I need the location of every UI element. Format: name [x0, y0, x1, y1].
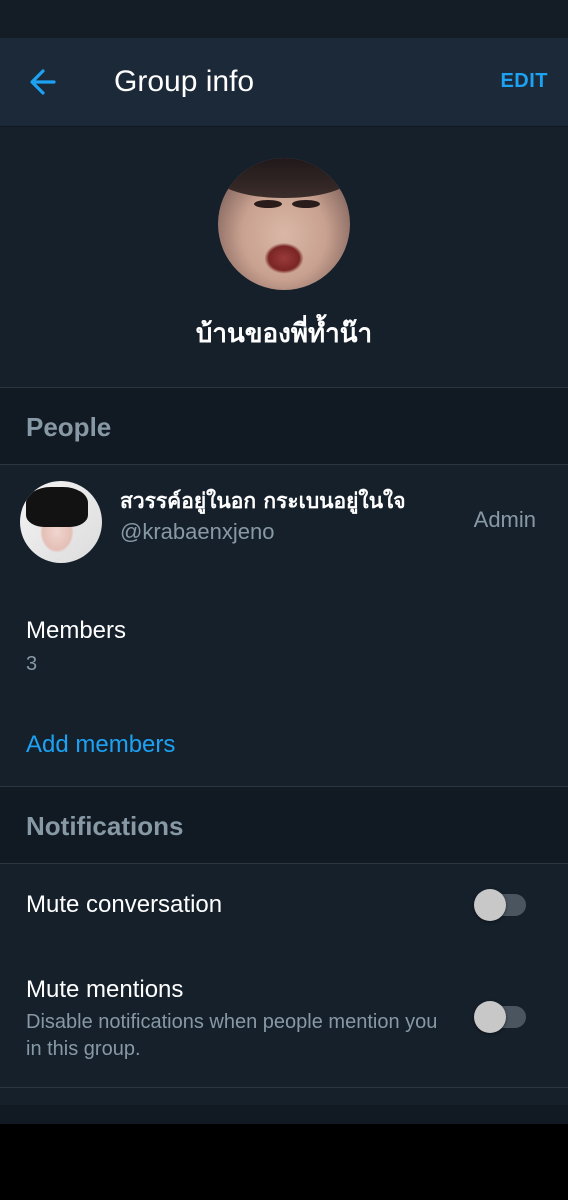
- section-band: [0, 1105, 568, 1124]
- mute-mentions-toggle[interactable]: [474, 1001, 526, 1033]
- member-row[interactable]: สวรรค์อยู่ในอก กระเบนอยู่ในใจ @krabaenxj…: [0, 465, 568, 575]
- mute-mentions-label: Mute mentions: [26, 976, 184, 1003]
- app-bar: Group info EDIT: [0, 38, 568, 127]
- group-avatar[interactable]: [218, 158, 350, 290]
- people-section-header: People: [0, 387, 568, 465]
- back-button[interactable]: [24, 66, 64, 98]
- members-info: Members 3: [26, 617, 126, 676]
- member-name: สวรรค์อยู่ในอก กระเบนอยู่ในใจ: [120, 489, 406, 513]
- avatar-eye-left: [254, 200, 282, 208]
- people-section-title: People: [26, 412, 112, 442]
- toggle-knob: [474, 1001, 506, 1033]
- mute-conversation-toggle[interactable]: [474, 889, 526, 921]
- member-avatar: [20, 481, 102, 563]
- arrow-left-icon: [30, 69, 56, 95]
- members-label: Members: [26, 617, 127, 644]
- status-bar: [0, 0, 568, 38]
- edit-button[interactable]: EDIT: [500, 70, 548, 93]
- system-navigation-bar: [0, 1124, 568, 1200]
- members-count: 3: [26, 653, 38, 675]
- avatar-hair: [218, 158, 350, 198]
- group-header: บ้านของพี่ท้ำน๊า: [0, 127, 568, 387]
- notifications-section-title: Notifications: [26, 811, 184, 841]
- add-members-link[interactable]: Add members: [26, 731, 175, 759]
- avatar-eye-right: [292, 200, 320, 208]
- page-title: Group info: [114, 65, 255, 98]
- divider: [0, 1087, 568, 1088]
- member-role-badge: Admin: [473, 507, 536, 532]
- notifications-section-header: Notifications: [0, 786, 568, 864]
- mute-mentions-description: Disable notifications when people mentio…: [26, 1011, 438, 1060]
- group-name: บ้านของพี่ท้ำน๊า: [195, 319, 373, 349]
- avatar-hair: [26, 487, 88, 527]
- toggle-knob: [474, 889, 506, 921]
- mute-conversation-label: Mute conversation: [26, 891, 223, 918]
- member-handle: @krabaenxjeno: [120, 519, 275, 544]
- group-info-content: บ้านของพี่ท้ำน๊า People สวรรค์อยู่ในอก ก…: [0, 127, 568, 1124]
